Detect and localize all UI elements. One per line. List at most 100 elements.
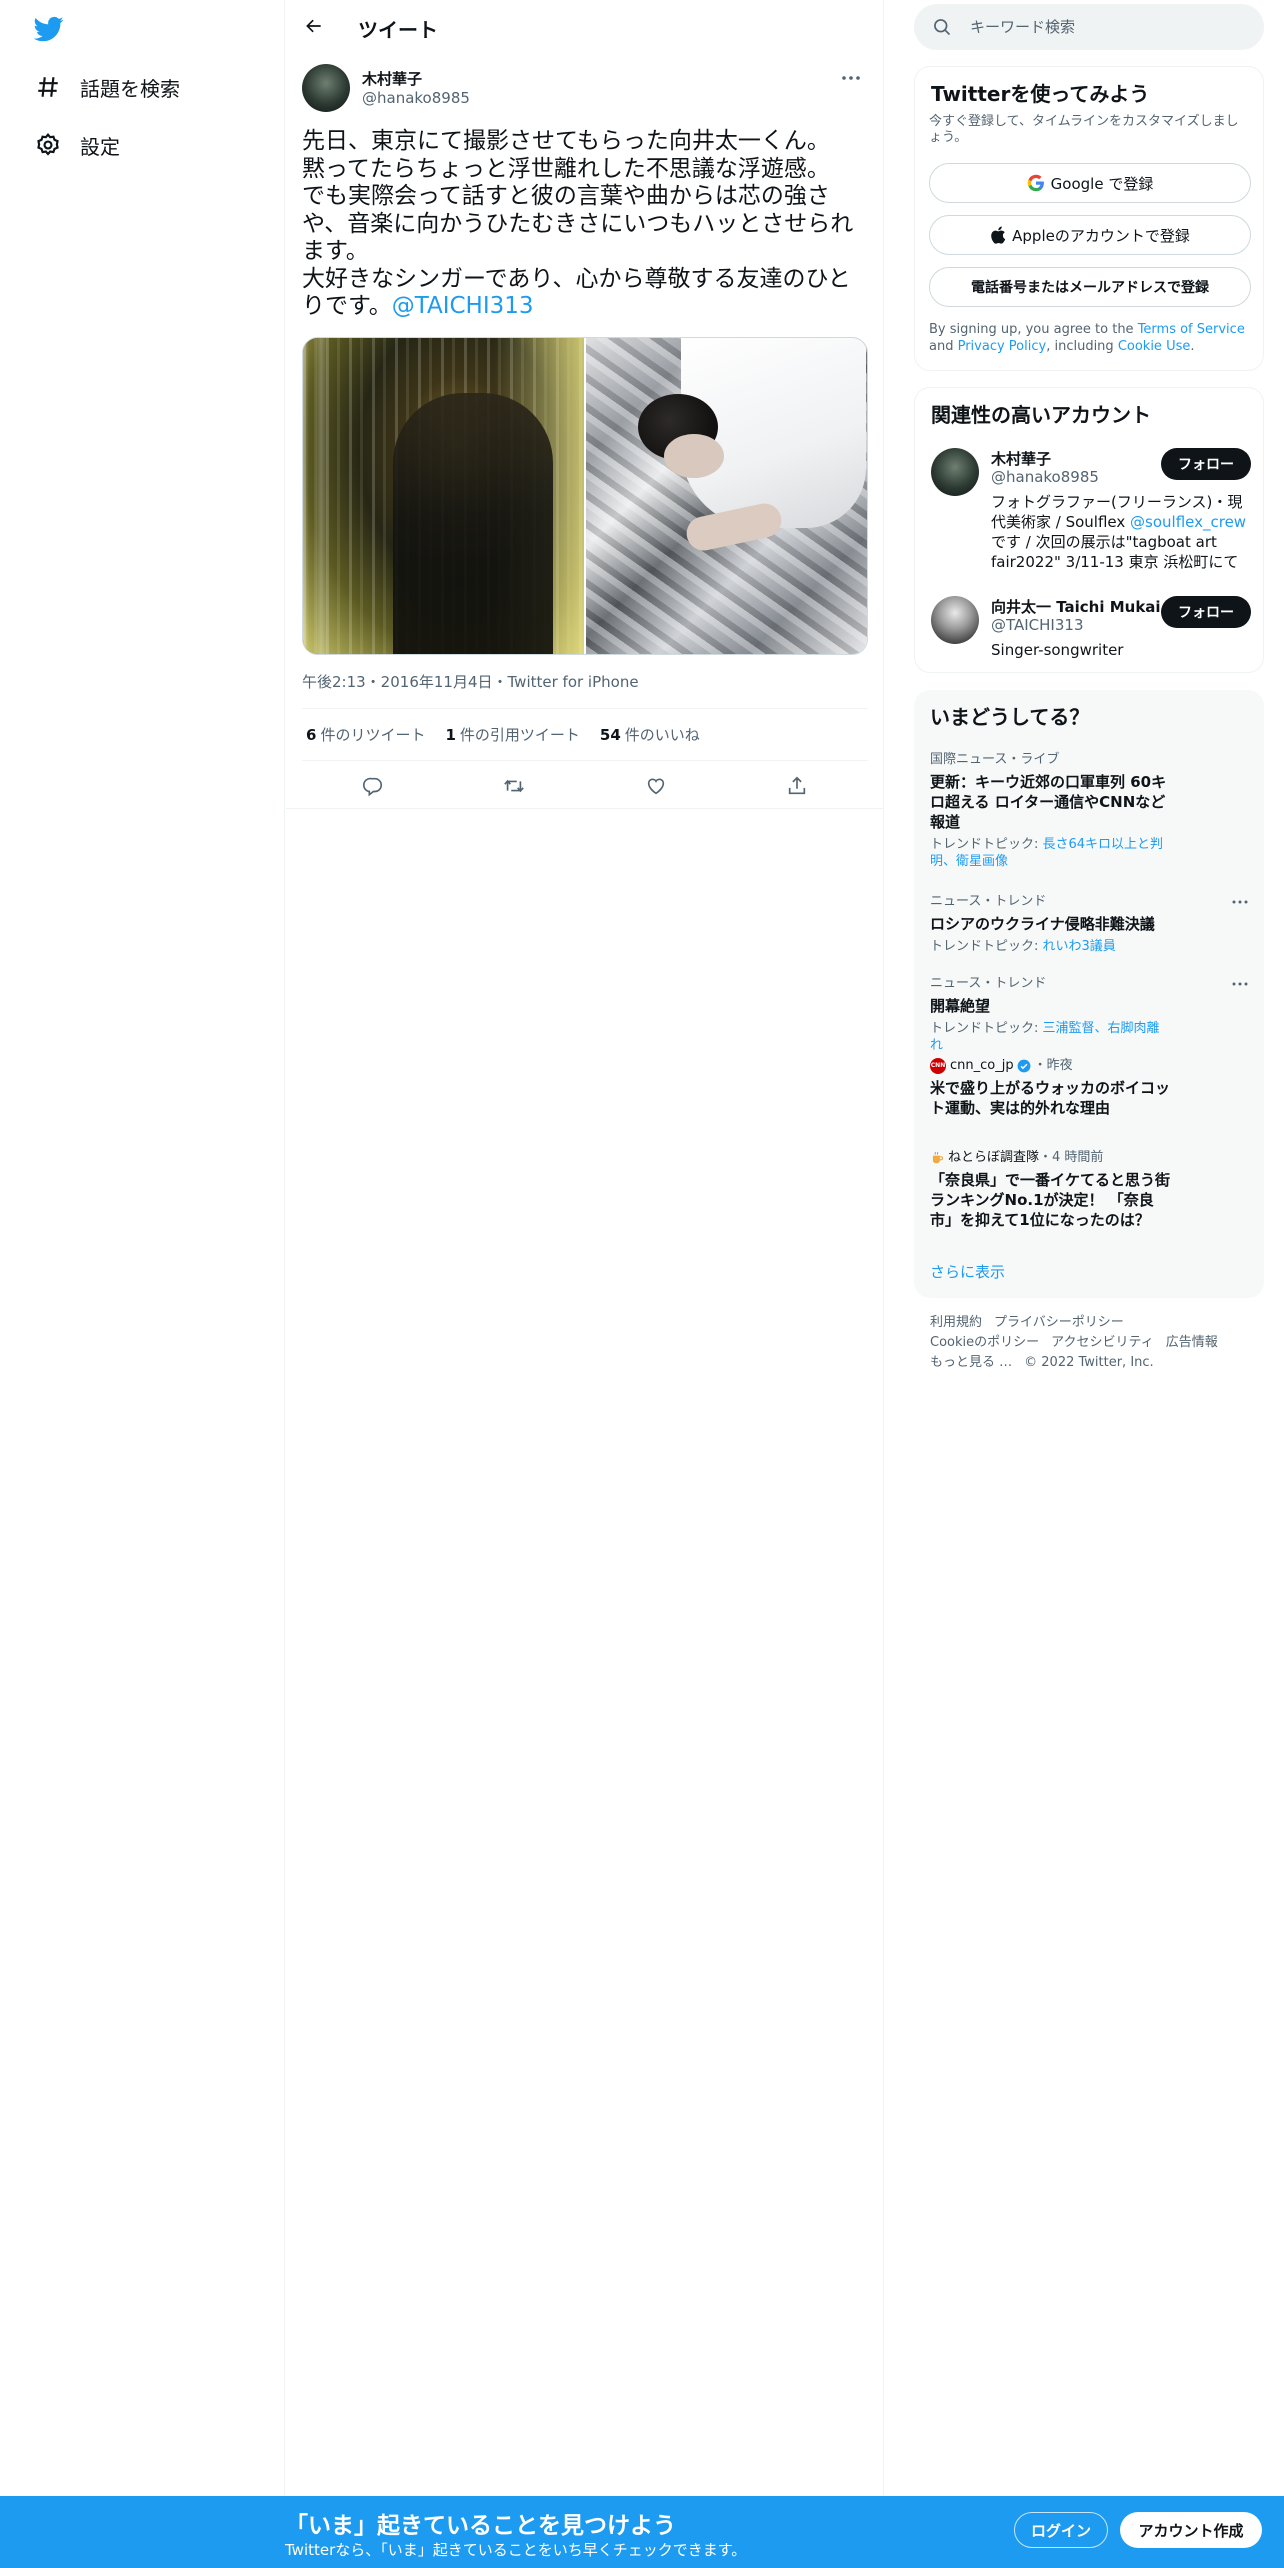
- avatar[interactable]: [931, 596, 979, 644]
- page-title: ツイート: [358, 18, 438, 42]
- user-name[interactable]: 木村華子: [991, 448, 1051, 469]
- more-options-button[interactable]: [834, 68, 868, 88]
- bio-mention-link[interactable]: @soulflex_crew: [1130, 513, 1246, 531]
- footer-links: 利用規約 プライバシーポリシー Cookieのポリシー アクセシビリティ 広告情報 も…: [930, 1313, 1250, 1373]
- trend-topics: トレンドトピック: 長さ64キロ以上と判明、衛星画像: [930, 837, 1164, 869]
- trend-context: ニュース・トレンド: [930, 894, 1047, 909]
- trends-card: いまどうしてる？ 国際ニュース・ライブ 更新：キーウ近郊の口軍車列 60キロ超え…: [914, 690, 1264, 1298]
- user-bio: フォトグラファー(フリーランス)・現代美術家 / Soulflex @soulf…: [991, 493, 1247, 571]
- more-dots-icon: [1232, 900, 1248, 904]
- cup-icon: [930, 1151, 944, 1165]
- news-headline: 米で盛り上がるウォッカのボイコット運動、実は的外れな理由: [930, 1079, 1171, 1117]
- user-cell[interactable]: 木村華子 @hanako8985 フォロー フォトグラファー(フリーランス)・現…: [931, 448, 1251, 578]
- footer-link[interactable]: Cookieのポリシー: [930, 1335, 1039, 1350]
- trend-name: 更新：キーウ近郊の口軍車列 60キロ超える ロイター通信やCNNなど報道: [930, 773, 1167, 831]
- user-bio: Singer-songwriter: [991, 641, 1124, 659]
- tweet-photo[interactable]: [303, 338, 584, 654]
- tweet-text: 先日、東京にて撮影させてもらった向井太一くん。 黙ってたらちょっと浮世離れした不…: [302, 128, 862, 321]
- avatar[interactable]: [931, 448, 979, 496]
- tweet-photo[interactable]: [586, 338, 867, 654]
- news-item[interactable]: CNN cnn_co_jp ・昨夜 米で盛り上がるウォッカのボイコット運動、実は…: [930, 1058, 1252, 1118]
- like-button[interactable]: [636, 766, 676, 806]
- follow-button[interactable]: フォロー: [1161, 448, 1251, 480]
- trend-name: 開幕絶望: [930, 997, 991, 1015]
- author-handle[interactable]: @hanako8985: [362, 89, 470, 107]
- heart-icon: [647, 778, 664, 795]
- footer-link[interactable]: 利用規約: [930, 1315, 982, 1330]
- sidebar-item-settings[interactable]: 設定: [28, 120, 120, 170]
- news-account: ねとらぼ調査隊: [948, 1150, 1040, 1165]
- search-input[interactable]: [970, 18, 1250, 36]
- create-account-button[interactable]: アカウント作成: [1120, 2512, 1262, 2548]
- retweet-count[interactable]: 6 件のリツイート: [306, 724, 425, 745]
- trend-item[interactable]: ニュース・トレンド 開幕絶望 トレンドトピック: 三浦監督、右脚肉離れ: [930, 976, 1252, 1054]
- footer-link[interactable]: 広告情報: [1166, 1335, 1218, 1350]
- user-cell[interactable]: 向井太一 Taichi Mukai @TAICHI313 フォロー Singer…: [931, 596, 1251, 666]
- trend-item[interactable]: ニュース・トレンド ロシアのウクライナ侵略非難決議 トレンドトピック: れいわ3…: [930, 894, 1252, 955]
- footer-link[interactable]: アクセシビリティ: [1051, 1335, 1154, 1350]
- sidebar-item-explore[interactable]: 話題を検索: [28, 62, 180, 112]
- verified-badge-icon: [1017, 1059, 1031, 1073]
- trend-item[interactable]: 国際ニュース・ライブ 更新：キーウ近郊の口軍車列 60キロ超える ロイター通信や…: [930, 752, 1252, 870]
- google-signup-label: Google で登録: [1050, 174, 1154, 193]
- share-button[interactable]: [777, 766, 817, 806]
- like-count[interactable]: 54 件のいいね: [600, 724, 700, 745]
- google-icon: [1027, 174, 1045, 192]
- login-button[interactable]: ログイン: [1014, 2512, 1108, 2548]
- phone-email-signup-button[interactable]: 電話番号またはメールアドレスで登録: [929, 267, 1251, 307]
- trend-more-button[interactable]: [1228, 976, 1252, 992]
- divider: [286, 808, 884, 809]
- author-name[interactable]: 木村華子: [362, 68, 422, 89]
- tweet-meta: 午後2:13・2016年11月4日・Twitter for iPhone: [302, 671, 639, 692]
- copyright: © 2022 Twitter, Inc.: [1024, 1355, 1154, 1370]
- trend-name: ロシアのウクライナ侵略非難決議: [930, 915, 1155, 933]
- trend-more-button[interactable]: [1228, 894, 1252, 910]
- signup-legal: By signing up, you agree to the Terms of…: [929, 322, 1245, 354]
- google-signup-button[interactable]: Google で登録: [929, 163, 1251, 203]
- tweet-source[interactable]: Twitter for iPhone: [508, 673, 639, 691]
- gear-icon: [28, 125, 68, 165]
- mention-link[interactable]: @TAICHI313: [392, 293, 534, 319]
- trend-topics: トレンドトピック: れいわ3議員: [930, 939, 1116, 954]
- tweet-text-line: 大好きなシンガーであり、心から尊敬する友達のひとりです。@TAICHI313: [302, 266, 862, 321]
- signup-title: Twitterを使ってみよう: [931, 82, 1150, 106]
- trend-context: ニュース・トレンド: [930, 976, 1047, 991]
- avatar[interactable]: [302, 64, 350, 112]
- trend-topics: トレンドトピック: 三浦監督、右脚肉離れ: [930, 1021, 1160, 1053]
- related-title: 関連性の高いアカウント: [931, 403, 1151, 427]
- user-handle: @TAICHI313: [991, 616, 1084, 634]
- news-context: CNN cnn_co_jp ・昨夜: [930, 1058, 1252, 1074]
- reply-button[interactable]: [353, 766, 393, 806]
- phone-email-signup-label: 電話番号またはメールアドレスで登録: [971, 280, 1209, 296]
- news-time: ・昨夜: [1033, 1058, 1073, 1073]
- tweet-stats: 6 件のリツイート 1 件の引用ツイート 54 件のいいね: [306, 724, 700, 745]
- news-context: ねとらぼ調査隊 ・4 時間前: [930, 1150, 1252, 1166]
- follow-button[interactable]: フォロー: [1161, 596, 1251, 628]
- tweet-actions: [302, 766, 868, 806]
- show-more-link[interactable]: さらに表示: [930, 1261, 1005, 1282]
- tweet-timestamp[interactable]: 午後2:13・2016年11月4日・: [302, 673, 508, 691]
- privacy-link[interactable]: Privacy Policy: [958, 339, 1047, 354]
- back-button[interactable]: [296, 8, 332, 44]
- cnn-logo-icon: CNN: [930, 1058, 946, 1074]
- terms-link[interactable]: Terms of Service: [1138, 322, 1245, 337]
- reply-icon: [362, 777, 382, 797]
- news-item[interactable]: ねとらぼ調査隊 ・4 時間前 「奈良県」で一番イケてると思う街ランキングNo.1…: [930, 1150, 1252, 1230]
- apple-signup-button[interactable]: Appleのアカウントで登録: [929, 215, 1251, 255]
- bottom-signup-bar: 「いま」起きていることを見つけよう Twitterなら、「いま」起きていることを…: [0, 2496, 1284, 2568]
- apple-signup-label: Appleのアカウントで登録: [1012, 226, 1190, 245]
- tweet-media: [302, 337, 868, 655]
- retweet-icon: [504, 779, 525, 793]
- retweet-button[interactable]: [494, 766, 534, 806]
- news-account: cnn_co_jp: [950, 1058, 1014, 1073]
- user-name[interactable]: 向井太一 Taichi Mukai: [991, 596, 1161, 617]
- twitter-logo-icon[interactable]: [32, 14, 66, 44]
- quote-count[interactable]: 1 件の引用ツイート: [445, 724, 579, 745]
- main-header: ツイート: [286, 0, 884, 53]
- share-icon: [789, 776, 806, 795]
- footer-link[interactable]: プライバシーポリシー: [994, 1315, 1124, 1330]
- footer-link[interactable]: もっと見る …: [930, 1355, 1012, 1370]
- arrow-left-icon: [306, 19, 321, 33]
- search-box[interactable]: [914, 4, 1264, 50]
- cookie-link[interactable]: Cookie Use: [1118, 339, 1191, 354]
